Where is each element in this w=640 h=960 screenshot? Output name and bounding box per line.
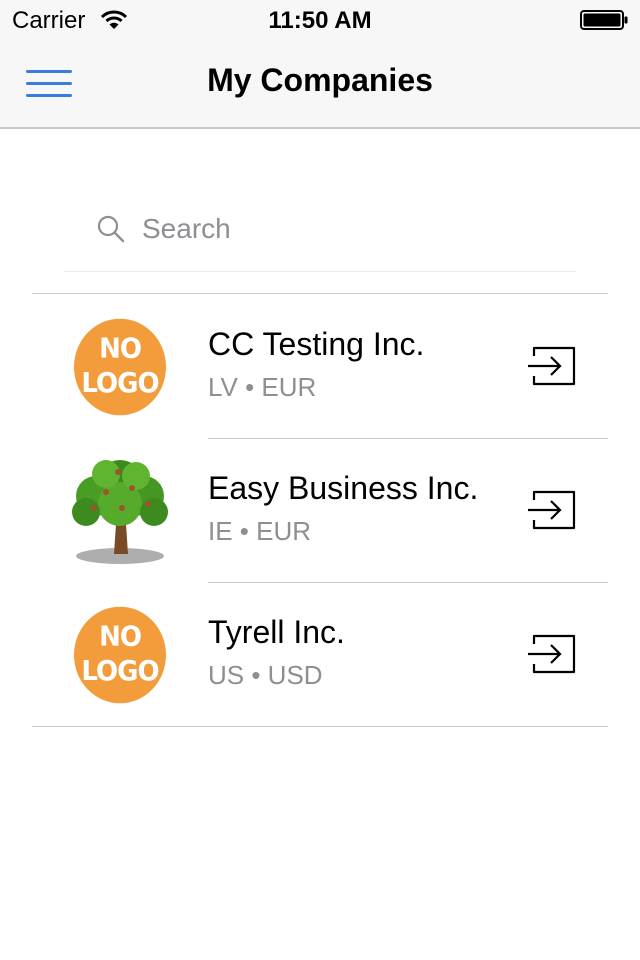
logo-text: NO (99, 621, 142, 653)
status-time: 11:50 AM (268, 7, 372, 34)
company-name: CC Testing Inc. (208, 326, 425, 362)
company-name: Tyrell Inc. (208, 614, 345, 650)
company-list: NO LOGO CC Testing Inc. LV • EUR Easy Bu… (32, 293, 608, 727)
search-icon (97, 215, 125, 243)
logo-text: LOGO (81, 368, 159, 400)
no-logo-badge: NO LOGO (74, 318, 166, 416)
logo-text: NO (99, 333, 142, 365)
company-country-currency: LV • EUR (208, 372, 317, 402)
page-title: My Companies (207, 62, 433, 98)
enter-company-icon[interactable] (526, 632, 578, 676)
company-row[interactable]: NO LOGO Tyrell Inc. US • USD (32, 582, 608, 726)
search-input[interactable] (140, 206, 564, 252)
enter-company-icon[interactable] (526, 344, 578, 388)
status-bar: Carrier 11:50 AM (0, 0, 640, 40)
navigation-bar: My Companies (0, 40, 640, 129)
company-country-currency: US • USD (208, 660, 323, 690)
battery-icon (580, 10, 628, 30)
search-bar[interactable] (64, 196, 576, 272)
enter-company-icon[interactable] (526, 488, 578, 532)
tree-logo-icon (72, 460, 168, 564)
company-country-currency: IE • EUR (208, 516, 312, 546)
company-name: Easy Business Inc. (208, 470, 479, 506)
company-row[interactable]: NO LOGO CC Testing Inc. LV • EUR (32, 294, 608, 438)
company-row[interactable]: Easy Business Inc. IE • EUR (32, 438, 608, 582)
logo-text: LOGO (81, 656, 159, 688)
no-logo-badge: NO LOGO (74, 606, 166, 704)
